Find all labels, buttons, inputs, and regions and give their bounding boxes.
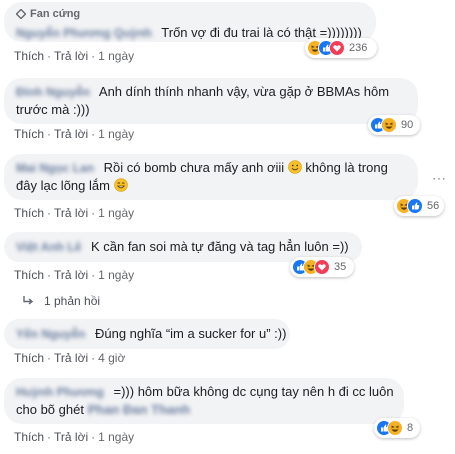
comment-time[interactable]: 1 ngày [98, 206, 134, 220]
comment-text-line-2: cho bõ ghét [16, 402, 84, 417]
reaction-count: 56 [427, 200, 440, 212]
comment-author[interactable]: Huỳnh Phương [16, 384, 104, 401]
reaction-summary[interactable]: 8 [374, 418, 420, 438]
like-link[interactable]: Thích [14, 206, 44, 220]
comment-author[interactable]: Mai Ngọc Lan [16, 160, 94, 177]
reaction-summary[interactable]: 35 [290, 257, 354, 277]
comment-author[interactable]: Đinh Nguyễn [16, 84, 90, 101]
comment-text-line-1b: không là trong [305, 160, 388, 175]
haha-icon [387, 420, 403, 436]
comment-actions: Thích · Trả lời · 1 ngày [14, 127, 135, 141]
like-link[interactable]: Thích [14, 351, 44, 365]
view-replies-link[interactable]: 1 phản hồi [22, 294, 100, 308]
tagged-user[interactable]: Phan Đan Thanh [88, 402, 191, 417]
comment-text-line-2: trước mà :))) [16, 102, 90, 117]
like-icon [407, 198, 423, 214]
comment-actions: Thích · Trả lời · 4 giờ [14, 351, 126, 365]
reply-link[interactable]: Trả lời [54, 127, 88, 141]
reaction-summary[interactable]: 236 [305, 38, 377, 58]
reply-link[interactable]: Trả lời [54, 351, 88, 365]
replies-label[interactable]: 1 phản hồi [44, 294, 100, 308]
comment-time[interactable]: 1 ngày [98, 127, 134, 141]
comment-time[interactable]: 4 giờ [98, 351, 125, 365]
reaction-count: 8 [407, 422, 414, 434]
haha-icon [381, 117, 397, 133]
comment-actions: Thích · Trả lời · 1 ngày [14, 430, 135, 444]
comment-actions: Thích · Trả lời · 1 ngày [14, 268, 135, 282]
reaction-count: 236 [349, 42, 368, 54]
comment-author[interactable]: Nguyễn Phương Quỳnh [16, 25, 152, 42]
reply-link[interactable]: Trả lời [54, 268, 88, 282]
reply-link[interactable]: Trả lời [54, 206, 88, 220]
comment-bubble: Huỳnh Phương =))) hôm bữa không dc cụng … [4, 378, 404, 424]
reaction-count: 35 [334, 261, 347, 273]
comment-bubble: Yến Nguyễn Đúng nghĩa “im a sucker for u… [4, 319, 290, 349]
comment-text: Đúng nghĩa “im a sucker for u” :)) [94, 326, 287, 341]
comment-text: K cần fan soi mà tự đăng và tag hẳn luôn… [90, 239, 349, 254]
comment-time[interactable]: 1 ngày [98, 268, 134, 282]
reaction-summary[interactable]: 56 [394, 196, 444, 216]
comment-actions: Thích · Trả lời · 1 ngày [14, 49, 135, 63]
reply-link[interactable]: Trả lời [54, 430, 88, 444]
like-link[interactable]: Thích [14, 127, 44, 141]
comment-text-line-1a: Rồi có bomb chưa mấy anh ơiii [103, 160, 285, 175]
fan-badge: Fan cứng [16, 8, 80, 20]
comment-time[interactable]: 1 ngày [98, 430, 134, 444]
comment-bubble: Mai Ngọc Lan Rồi có bomb chưa mấy anh ơi… [4, 154, 418, 200]
comment-actions: Thích · Trả lời · 1 ngày [14, 206, 135, 220]
love-icon [329, 40, 345, 56]
smile-emoji [287, 160, 302, 174]
like-link[interactable]: Thích [14, 268, 44, 282]
comment-bubble: Đinh Nguyễn Anh dính thính nhanh vậy, vừ… [4, 78, 418, 124]
grin-emoji [113, 178, 128, 192]
reaction-count: 90 [401, 119, 414, 131]
reaction-summary[interactable]: 90 [368, 115, 420, 135]
comment-text-line-1: Anh dính thính nhanh vậy, vừa gặp ở BBMA… [98, 84, 390, 99]
comment-bubble: Fan cứng Nguyễn Phương Quỳnh Trốn vợ đi … [4, 2, 376, 42]
comment-time[interactable]: 1 ngày [98, 49, 134, 63]
like-link[interactable]: Thích [14, 49, 44, 63]
reply-link[interactable]: Trả lời [54, 49, 88, 63]
comment-text-line-1: =))) hôm bữa không dc cụng tay nên h đi … [113, 384, 394, 399]
more-options-icon[interactable]: ⋯ [432, 170, 446, 187]
fan-badge-icon [16, 9, 26, 19]
comment-text-line-2: đây lạc lõng lắm [16, 178, 110, 193]
like-link[interactable]: Thích [14, 430, 44, 444]
comment-author[interactable]: Việt Anh Lê [16, 239, 81, 256]
fan-badge-label: Fan cứng [30, 8, 81, 20]
reply-arrow-icon [23, 296, 34, 305]
comment-author[interactable]: Yến Nguyễn [16, 326, 85, 343]
love-icon [314, 259, 330, 275]
